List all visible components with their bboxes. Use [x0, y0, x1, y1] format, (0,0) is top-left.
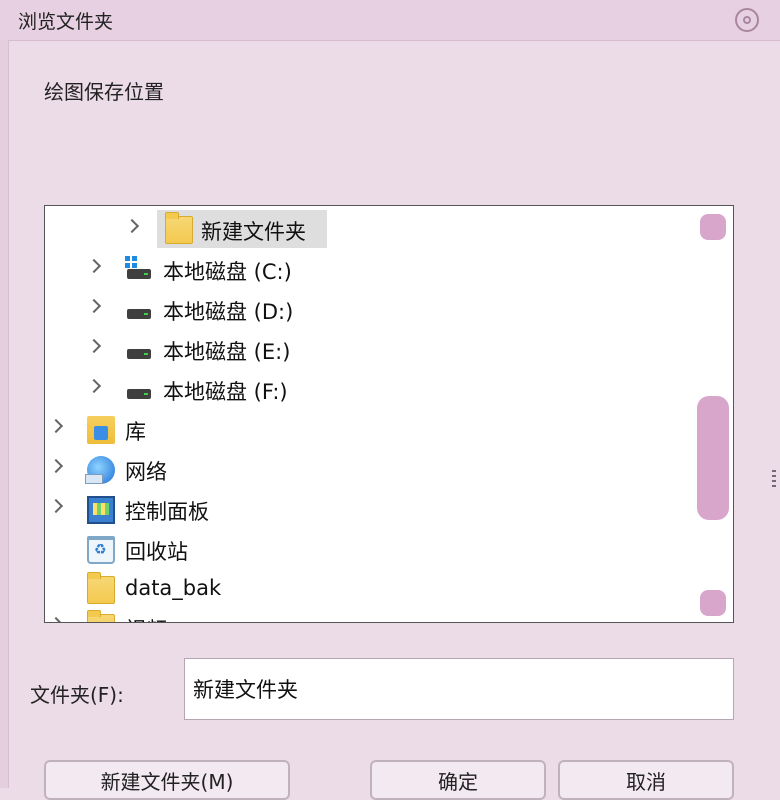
chevron-right-icon[interactable] [86, 258, 102, 274]
tree-item-label: 网络 [125, 460, 167, 484]
tree-item-new-folder[interactable]: 新建文件夹 [45, 210, 693, 250]
chevron-right-icon[interactable] [86, 378, 102, 394]
cancel-button[interactable]: 取消 [558, 760, 734, 800]
folder-name-input[interactable] [184, 658, 734, 720]
library-icon [87, 416, 115, 444]
chevron-right-icon[interactable] [48, 616, 64, 622]
tree-item-label: 回收站 [125, 540, 188, 564]
tree-item-drive-c[interactable]: 本地磁盘 (C:) [45, 250, 693, 290]
folder-icon [87, 572, 115, 604]
new-folder-button[interactable]: 新建文件夹(M) [44, 760, 290, 800]
scroll-down-button[interactable] [700, 590, 726, 616]
tree-item-label: 本地磁盘 (F:) [163, 380, 288, 404]
tree-item-data-bak[interactable]: data_bak [45, 570, 693, 610]
tree-item-label: 新建文件夹 [201, 220, 306, 244]
window-left-edge [0, 40, 9, 788]
tree-item-drive-f[interactable]: 本地磁盘 (F:) [45, 370, 693, 410]
folder-field-label: 文件夹(F): [30, 683, 124, 707]
tree-item-library[interactable]: 库 [45, 410, 693, 450]
window-title: 浏览文件夹 [18, 11, 114, 33]
tree-item-drive-e[interactable]: 本地磁盘 (E:) [45, 330, 693, 370]
tree-item-label: 本地磁盘 (D:) [163, 300, 294, 324]
control-panel-icon [87, 496, 115, 524]
chevron-right-icon[interactable] [86, 298, 102, 314]
chevron-right-icon[interactable] [86, 338, 102, 354]
windows-logo-icon [125, 256, 137, 268]
dialog-description: 绘图保存位置 [44, 80, 164, 104]
tree-item-video[interactable]: 视频 [45, 608, 693, 622]
drive-icon [125, 376, 153, 404]
tree-item-label: data_bak [125, 576, 222, 600]
tree-item-label: 本地磁盘 (E:) [163, 340, 291, 364]
drive-icon [125, 296, 153, 324]
resize-grip-icon[interactable] [772, 470, 776, 490]
folder-icon [87, 610, 115, 622]
scrollbar-thumb[interactable] [697, 396, 729, 520]
folder-tree[interactable]: 新建文件夹 本地磁盘 (C:) 本地磁盘 (D:) 本地磁盘 (E:) 本地磁盘… [44, 205, 734, 623]
folder-icon [165, 212, 193, 244]
tree-item-label: 控制面板 [125, 500, 209, 524]
recycle-bin-icon [87, 536, 115, 564]
chevron-right-icon[interactable] [48, 498, 64, 514]
chevron-right-icon[interactable] [48, 418, 64, 434]
title-bar: 浏览文件夹 [0, 0, 780, 41]
tree-item-label: 视频 [125, 614, 167, 622]
ok-button[interactable]: 确定 [370, 760, 546, 800]
close-icon[interactable] [735, 8, 759, 32]
system-drive-icon [125, 256, 153, 284]
chevron-right-icon[interactable] [48, 458, 64, 474]
network-icon [85, 456, 115, 484]
tree-item-control-panel[interactable]: 控制面板 [45, 490, 693, 530]
tree-item-label: 本地磁盘 (C:) [163, 260, 292, 284]
drive-icon [125, 336, 153, 364]
tree-item-drive-d[interactable]: 本地磁盘 (D:) [45, 290, 693, 330]
chevron-right-icon[interactable] [124, 218, 140, 234]
tree-item-label: 库 [125, 420, 146, 444]
tree-item-recycle-bin[interactable]: 回收站 [45, 530, 693, 570]
scroll-up-button[interactable] [700, 214, 726, 240]
tree-item-network[interactable]: 网络 [45, 450, 693, 490]
